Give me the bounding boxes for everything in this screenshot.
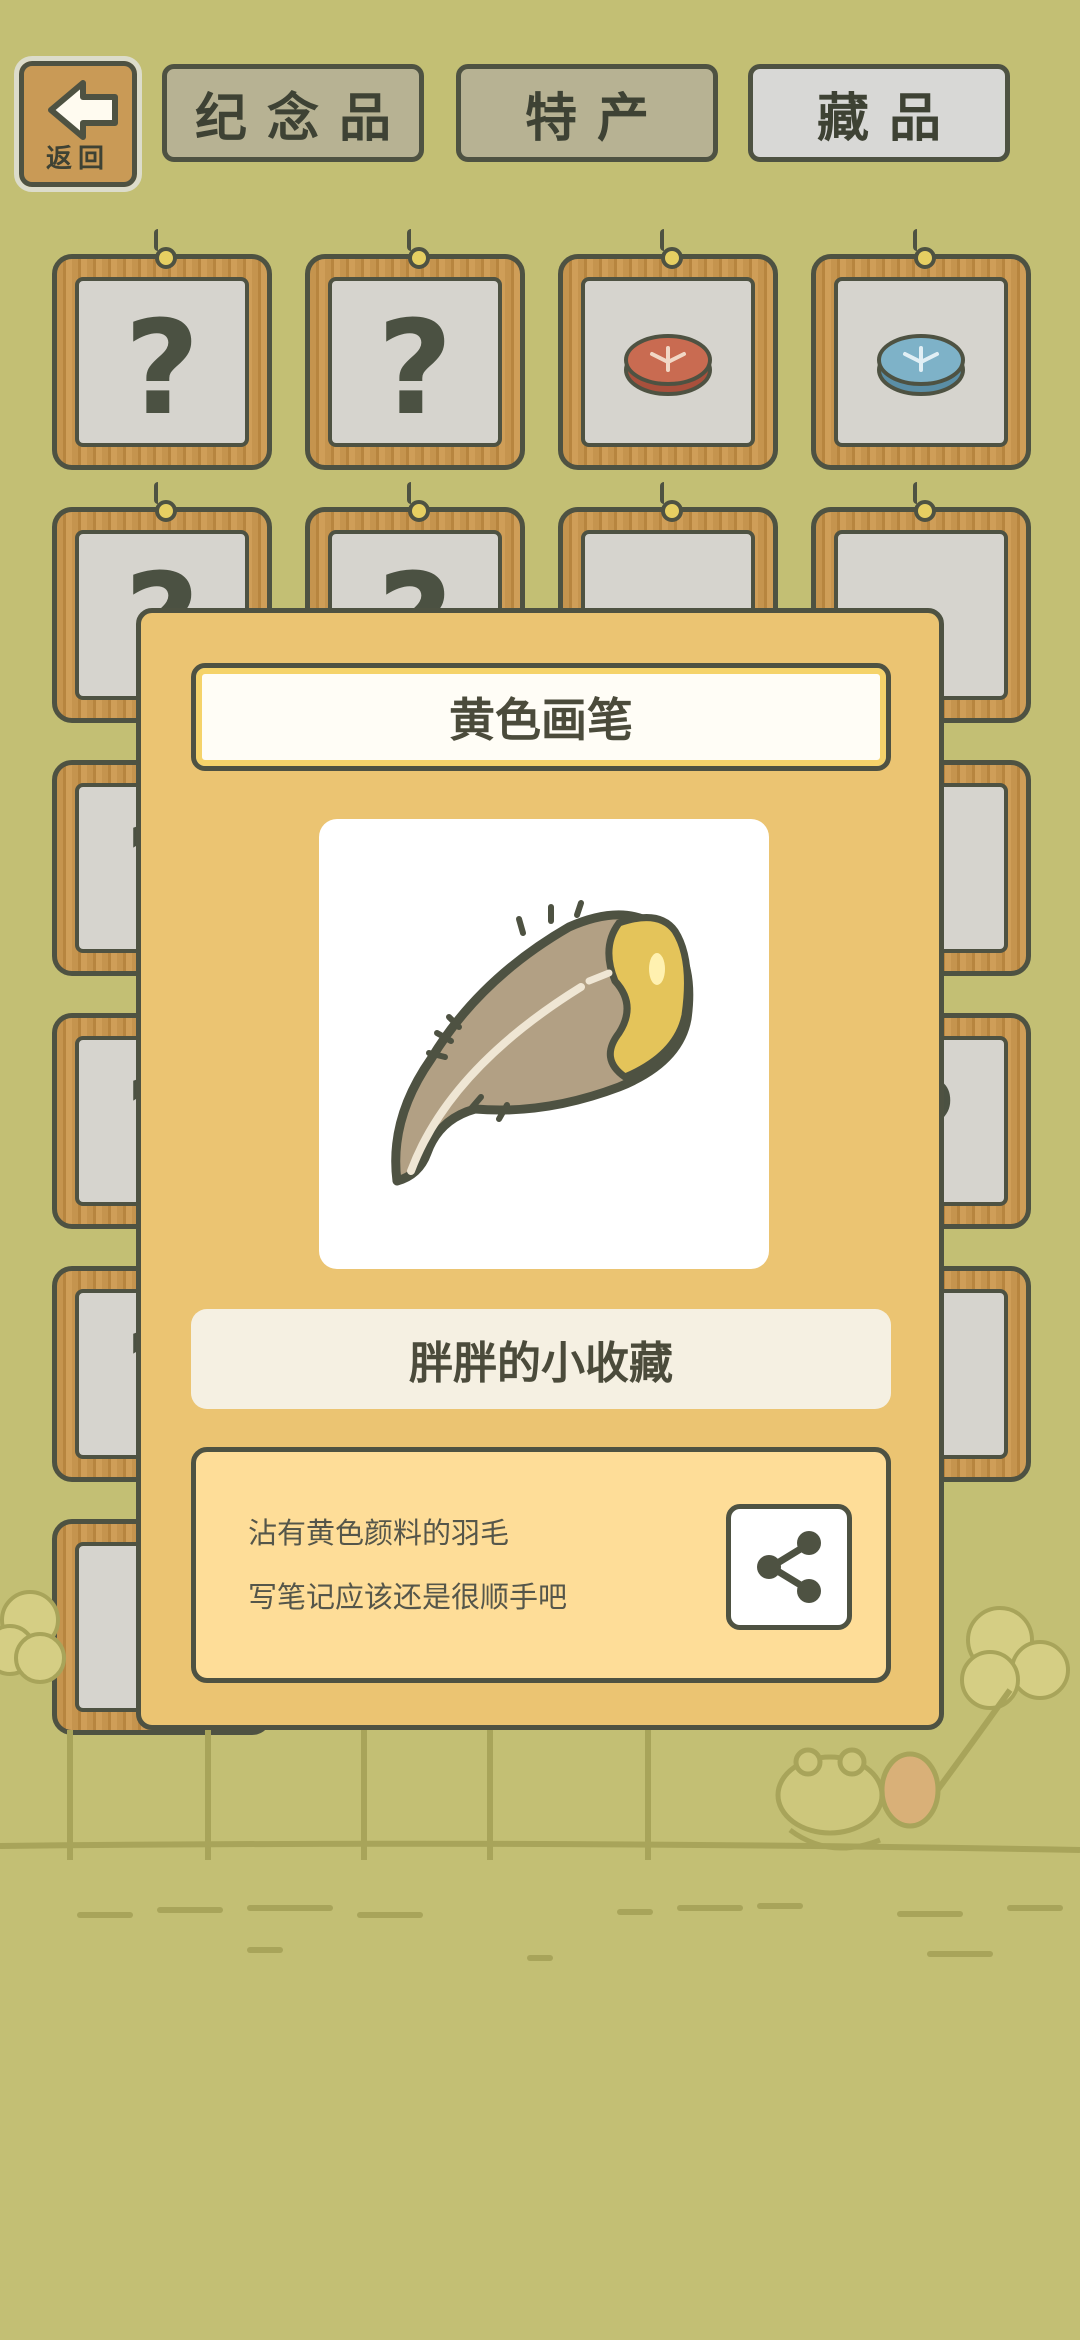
- hook-icon: [661, 500, 683, 522]
- collection-slot[interactable]: ?: [52, 229, 272, 470]
- item-subtitle: 胖胖的小收藏: [409, 1338, 673, 1389]
- tab-specialties-label: 特产: [524, 88, 669, 149]
- share-button[interactable]: [726, 1504, 852, 1630]
- description-line-1: 沾有黄色颜料的羽毛: [248, 1516, 510, 1550]
- blue-token-icon: [877, 334, 965, 396]
- share-icon: [757, 1531, 821, 1603]
- hook-icon: [155, 247, 177, 269]
- collection-slot[interactable]: [811, 229, 1031, 470]
- tab-specialties[interactable]: 特产: [456, 64, 718, 162]
- tab-souvenirs-label: 纪念品: [194, 88, 411, 149]
- hook-icon: [408, 247, 430, 269]
- unknown-item-icon: ?: [124, 292, 200, 444]
- tab-collectibles-label: 藏品: [816, 88, 961, 149]
- description-line-2: 写笔记应该还是很顺手吧: [248, 1580, 568, 1614]
- collection-slot[interactable]: [558, 229, 778, 470]
- item-image-box: [319, 819, 769, 1269]
- clover-icon: [0, 1590, 66, 1684]
- collection-slot[interactable]: ?: [305, 229, 525, 470]
- item-detail-modal: 黄色画笔 胖胖的小收藏 沾有黄色颜料的羽毛 写笔记应该还是很顺手吧: [136, 608, 944, 1730]
- yellow-feather-brush-icon: [391, 900, 694, 1186]
- hook-icon: [408, 500, 430, 522]
- tab-collectibles[interactable]: 藏品: [748, 64, 1010, 162]
- unknown-item-icon: ?: [377, 292, 453, 444]
- back-button[interactable]: 返回: [14, 56, 142, 192]
- tab-souvenirs[interactable]: 纪念品: [162, 64, 424, 162]
- red-token-icon: [624, 334, 712, 396]
- back-arrow-icon: [48, 80, 118, 140]
- hook-icon: [914, 247, 936, 269]
- clover-icon: [960, 1606, 1070, 1710]
- hook-icon: [914, 500, 936, 522]
- item-title-box: 黄色画笔: [191, 663, 891, 771]
- hook-icon: [155, 500, 177, 522]
- item-title: 黄色画笔: [449, 693, 633, 747]
- item-subtitle-box: 胖胖的小收藏: [191, 1309, 891, 1409]
- hook-icon: [661, 247, 683, 269]
- back-label: 返回: [45, 144, 110, 174]
- item-description-box: 沾有黄色颜料的羽毛 写笔记应该还是很顺手吧: [191, 1447, 891, 1683]
